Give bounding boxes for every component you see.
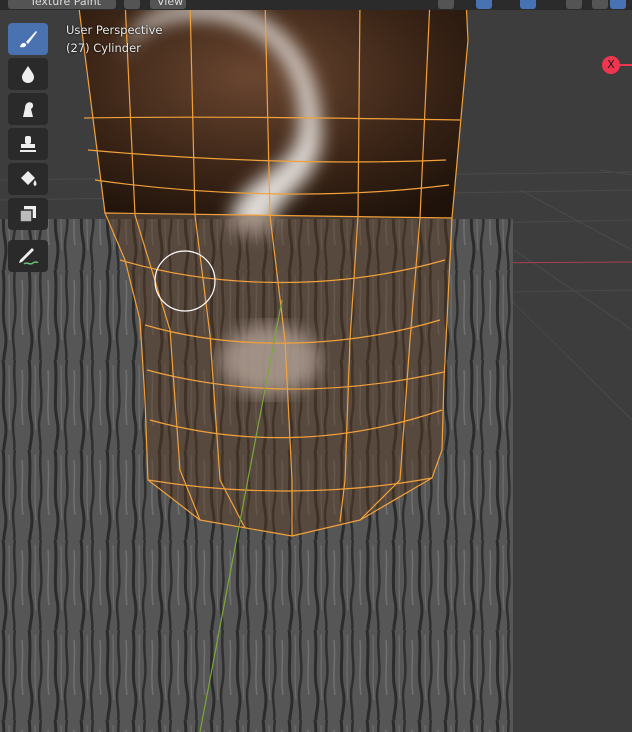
smear-tool[interactable] [8, 93, 48, 125]
mask-tool[interactable] [8, 198, 48, 230]
smear-icon [23, 102, 34, 117]
perspective-label: User Perspective [66, 23, 163, 37]
bucket-icon [21, 171, 37, 186]
fill-tool[interactable] [8, 163, 48, 195]
mask-icon [19, 206, 36, 223]
drop-icon [22, 66, 34, 83]
tool-shelf [8, 23, 48, 275]
x-axis-gizmo[interactable]: X [602, 56, 620, 74]
clone-tool[interactable] [8, 128, 48, 160]
wireframe-shading-icon[interactable] [592, 0, 608, 9]
viewport-header: Texture Paint View [0, 0, 632, 10]
3d-viewport[interactable] [0, 0, 632, 732]
annotate-tool[interactable] [8, 240, 48, 272]
brush-icon [20, 31, 37, 48]
view-menu-label: View [157, 0, 184, 8]
xray-icon[interactable] [566, 0, 582, 9]
overlay-icon[interactable] [520, 0, 536, 9]
object-label: (27) Cylinder [66, 41, 141, 55]
stamp-icon [20, 136, 36, 152]
annotate-icon [19, 248, 39, 265]
select-icon[interactable] [438, 0, 454, 9]
x-axis-gizmo-line [619, 64, 632, 66]
solid-shading-icon[interactable] [610, 0, 626, 9]
mode-label: Texture Paint [30, 0, 101, 8]
soften-tool[interactable] [8, 58, 48, 90]
viewport-scene[interactable] [0, 0, 632, 732]
curve-icon[interactable] [476, 0, 492, 9]
draw-tool[interactable] [8, 23, 48, 55]
mode-toggle-button[interactable] [124, 0, 140, 9]
